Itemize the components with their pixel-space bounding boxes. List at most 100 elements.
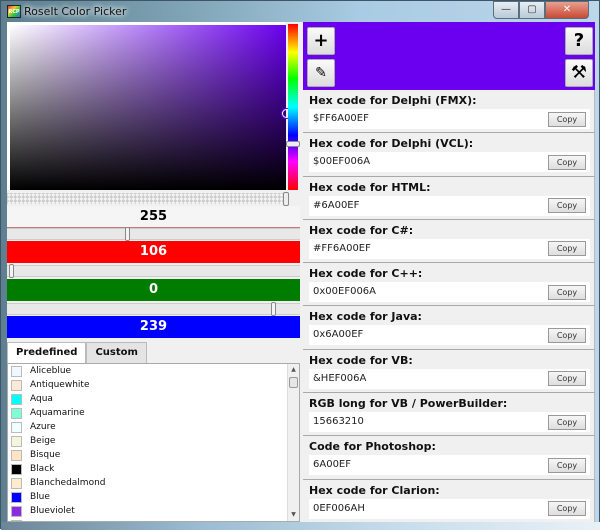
red-slider-thumb[interactable] <box>125 227 130 241</box>
code-format-label: Hex code for Delphi (FMX): <box>309 94 477 107</box>
green-slider[interactable] <box>7 264 300 278</box>
saturation-value-picker[interactable] <box>7 22 291 190</box>
copy-button[interactable]: Copy <box>548 327 586 343</box>
help-icon: ? <box>573 30 585 51</box>
color-swatch <box>11 379 22 391</box>
settings-button[interactable]: ⚒ <box>565 59 593 87</box>
code-value-field[interactable]: #FF6A00EF <box>309 238 548 259</box>
alpha-preview-strip[interactable] <box>7 193 287 204</box>
alpha-strip-thumb[interactable] <box>283 192 289 206</box>
color-swatch <box>11 435 22 447</box>
color-swatch <box>11 477 22 489</box>
code-value-field[interactable]: 0EF006AH <box>309 498 548 519</box>
scroll-thumb[interactable] <box>289 377 298 388</box>
green-value[interactable]: 0 <box>7 279 300 301</box>
copy-button[interactable]: Copy <box>548 414 586 430</box>
color-name: Blueviolet <box>30 506 75 516</box>
green-slider-thumb[interactable] <box>9 264 14 278</box>
eyedropper-icon: ✎ <box>315 65 327 81</box>
blue-slider[interactable] <box>7 302 300 316</box>
code-value-field[interactable]: #6A00EF <box>309 195 548 216</box>
blue-value[interactable]: 239 <box>7 316 300 338</box>
hue-slider[interactable] <box>288 24 298 190</box>
window-controls: — ▢ ✕ <box>493 1 589 19</box>
client-area: 255 106 0 239 Predefined Custom Aliceblu… <box>7 22 595 522</box>
add-color-button[interactable]: + <box>307 27 335 55</box>
color-swatch <box>11 491 22 503</box>
code-value-field[interactable]: 0x6A00EF <box>309 325 548 346</box>
copy-button[interactable]: Copy <box>548 457 586 473</box>
code-format-block: Hex code for HTML: #6A00EF Copy <box>303 176 595 220</box>
color-list-item[interactable]: Antiquewhite <box>8 378 299 392</box>
copy-button[interactable]: Copy <box>548 501 586 517</box>
list-scrollbar[interactable]: ▲ ▼ <box>287 364 299 521</box>
code-formats-panel: Hex code for Delphi (FMX): $FF6A00EF Copy H… <box>303 90 595 522</box>
alpha-value[interactable]: 255 <box>7 206 300 228</box>
code-value-field[interactable]: 15663210 <box>309 412 548 433</box>
color-list-item[interactable]: Blueviolet <box>8 504 299 518</box>
code-value-row: 0x00EF006A Copy <box>309 282 590 303</box>
eyedropper-button[interactable]: ✎ <box>307 59 335 87</box>
color-swatch <box>11 463 22 475</box>
tab-custom[interactable]: Custom <box>86 342 147 363</box>
copy-button[interactable]: Copy <box>548 154 586 170</box>
blue-slider-thumb[interactable] <box>271 302 276 316</box>
code-value-row: $00EF006A Copy <box>309 152 590 173</box>
color-swatch <box>11 365 22 377</box>
color-name: Antiquewhite <box>30 380 90 390</box>
code-value-row: $FF6A00EF Copy <box>309 109 590 129</box>
color-list-item[interactable]: Beige <box>8 434 299 448</box>
code-format-label: Hex code for Java: <box>309 310 422 324</box>
color-list-item[interactable]: Black <box>8 462 299 476</box>
code-format-label: Code for Photoshop: <box>309 440 436 454</box>
color-list-item[interactable]: Aqua <box>8 392 299 406</box>
code-format-block: Hex code for C#: #FF6A00EF Copy <box>303 219 595 264</box>
app-logo-icon: RCP <box>7 5 21 18</box>
color-list-item[interactable]: Aliceblue <box>8 364 299 378</box>
code-format-label: Hex code for Clarion: <box>309 483 440 497</box>
color-list-item[interactable]: Bisque <box>8 448 299 462</box>
red-value[interactable]: 106 <box>7 241 300 263</box>
help-button[interactable]: ? <box>565 27 593 55</box>
code-value-field[interactable]: $00EF006A <box>309 152 548 173</box>
code-format-block: Hex code for Clarion: 0EF006AH Copy <box>303 479 595 522</box>
red-slider[interactable] <box>7 227 300 241</box>
plus-icon: + <box>313 30 329 51</box>
predefined-color-list[interactable]: Aliceblue Antiquewhite Aqua Aquamarine Azure… <box>7 363 300 522</box>
code-value-field[interactable]: &HEF006A <box>309 368 548 389</box>
close-button[interactable]: ✕ <box>545 1 589 19</box>
tools-icon: ⚒ <box>570 62 588 83</box>
minimize-button[interactable]: — <box>493 1 519 19</box>
color-swatch <box>11 393 22 405</box>
color-list-item[interactable]: Blanchedalmond <box>8 476 299 490</box>
scroll-up-arrow-icon[interactable]: ▲ <box>288 364 299 376</box>
copy-button[interactable]: Copy <box>548 371 586 387</box>
color-preview: + ✎ ? ⚒ <box>303 22 595 90</box>
copy-button[interactable]: Copy <box>548 284 586 300</box>
hue-slider-thumb[interactable] <box>286 141 300 147</box>
color-name: Aquamarine <box>30 408 85 418</box>
color-list-item[interactable]: Blue <box>8 490 299 504</box>
title-bar[interactable]: RCP RoseIt Color Picker — ▢ ✕ <box>1 1 600 23</box>
copy-button[interactable]: Copy <box>548 198 586 214</box>
code-value-field[interactable]: 6A00EF <box>309 455 548 476</box>
scroll-down-arrow-icon[interactable]: ▼ <box>288 509 299 521</box>
copy-button[interactable]: Copy <box>548 111 586 127</box>
color-swatch <box>11 449 22 461</box>
tab-predefined[interactable]: Predefined <box>7 342 87 364</box>
code-value-field[interactable]: 0x00EF006A <box>309 282 548 303</box>
color-swatch <box>11 505 22 517</box>
color-list-item[interactable]: Azure <box>8 420 299 434</box>
code-value-field[interactable]: $FF6A00EF <box>309 109 548 129</box>
code-format-label: Hex code for HTML: <box>309 180 431 194</box>
color-list-item[interactable]: Aquamarine <box>8 406 299 420</box>
code-value-row: #6A00EF Copy <box>309 195 590 216</box>
saturation-value-area[interactable] <box>10 25 291 190</box>
color-name: Black <box>30 464 55 474</box>
color-name: Bisque <box>30 450 61 460</box>
code-format-block: Hex code for Delphi (FMX): $FF6A00EF Copy <box>303 90 595 134</box>
copy-button[interactable]: Copy <box>548 241 586 257</box>
app-window: RCP RoseIt Color Picker — ▢ ✕ 255 106 0 <box>0 0 600 530</box>
code-value-row: 6A00EF Copy <box>309 455 590 476</box>
maximize-button[interactable]: ▢ <box>519 1 545 19</box>
